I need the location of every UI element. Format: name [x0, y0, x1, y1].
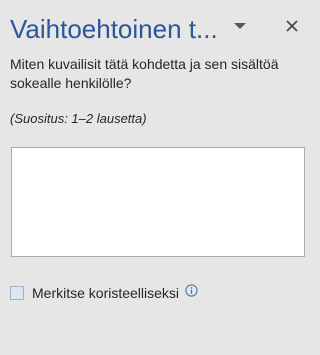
description-hint: (Suositus: 1–2 lausetta)	[10, 111, 147, 126]
pane-options-button[interactable]	[230, 16, 250, 36]
info-icon[interactable]	[184, 283, 198, 297]
mark-decorative-checkbox[interactable]	[10, 286, 24, 300]
mark-decorative-label[interactable]: Merkitse koristeelliseksi	[32, 284, 179, 302]
pane-header: Vaihtoehtoinen t...	[10, 8, 310, 48]
close-pane-button[interactable]	[282, 16, 302, 36]
close-icon	[286, 20, 298, 32]
mark-decorative-row: Merkitse koristeelliseksi	[10, 283, 198, 302]
chevron-down-icon	[234, 22, 246, 29]
pane-title: Vaihtoehtoinen t...	[10, 14, 218, 44]
description-question: Miten kuvailisit tätä kohdetta ja sen si…	[10, 56, 279, 91]
alt-text-pane: Vaihtoehtoinen t... Miten kuvailisit tät…	[0, 0, 320, 355]
alt-text-input[interactable]	[11, 147, 305, 257]
